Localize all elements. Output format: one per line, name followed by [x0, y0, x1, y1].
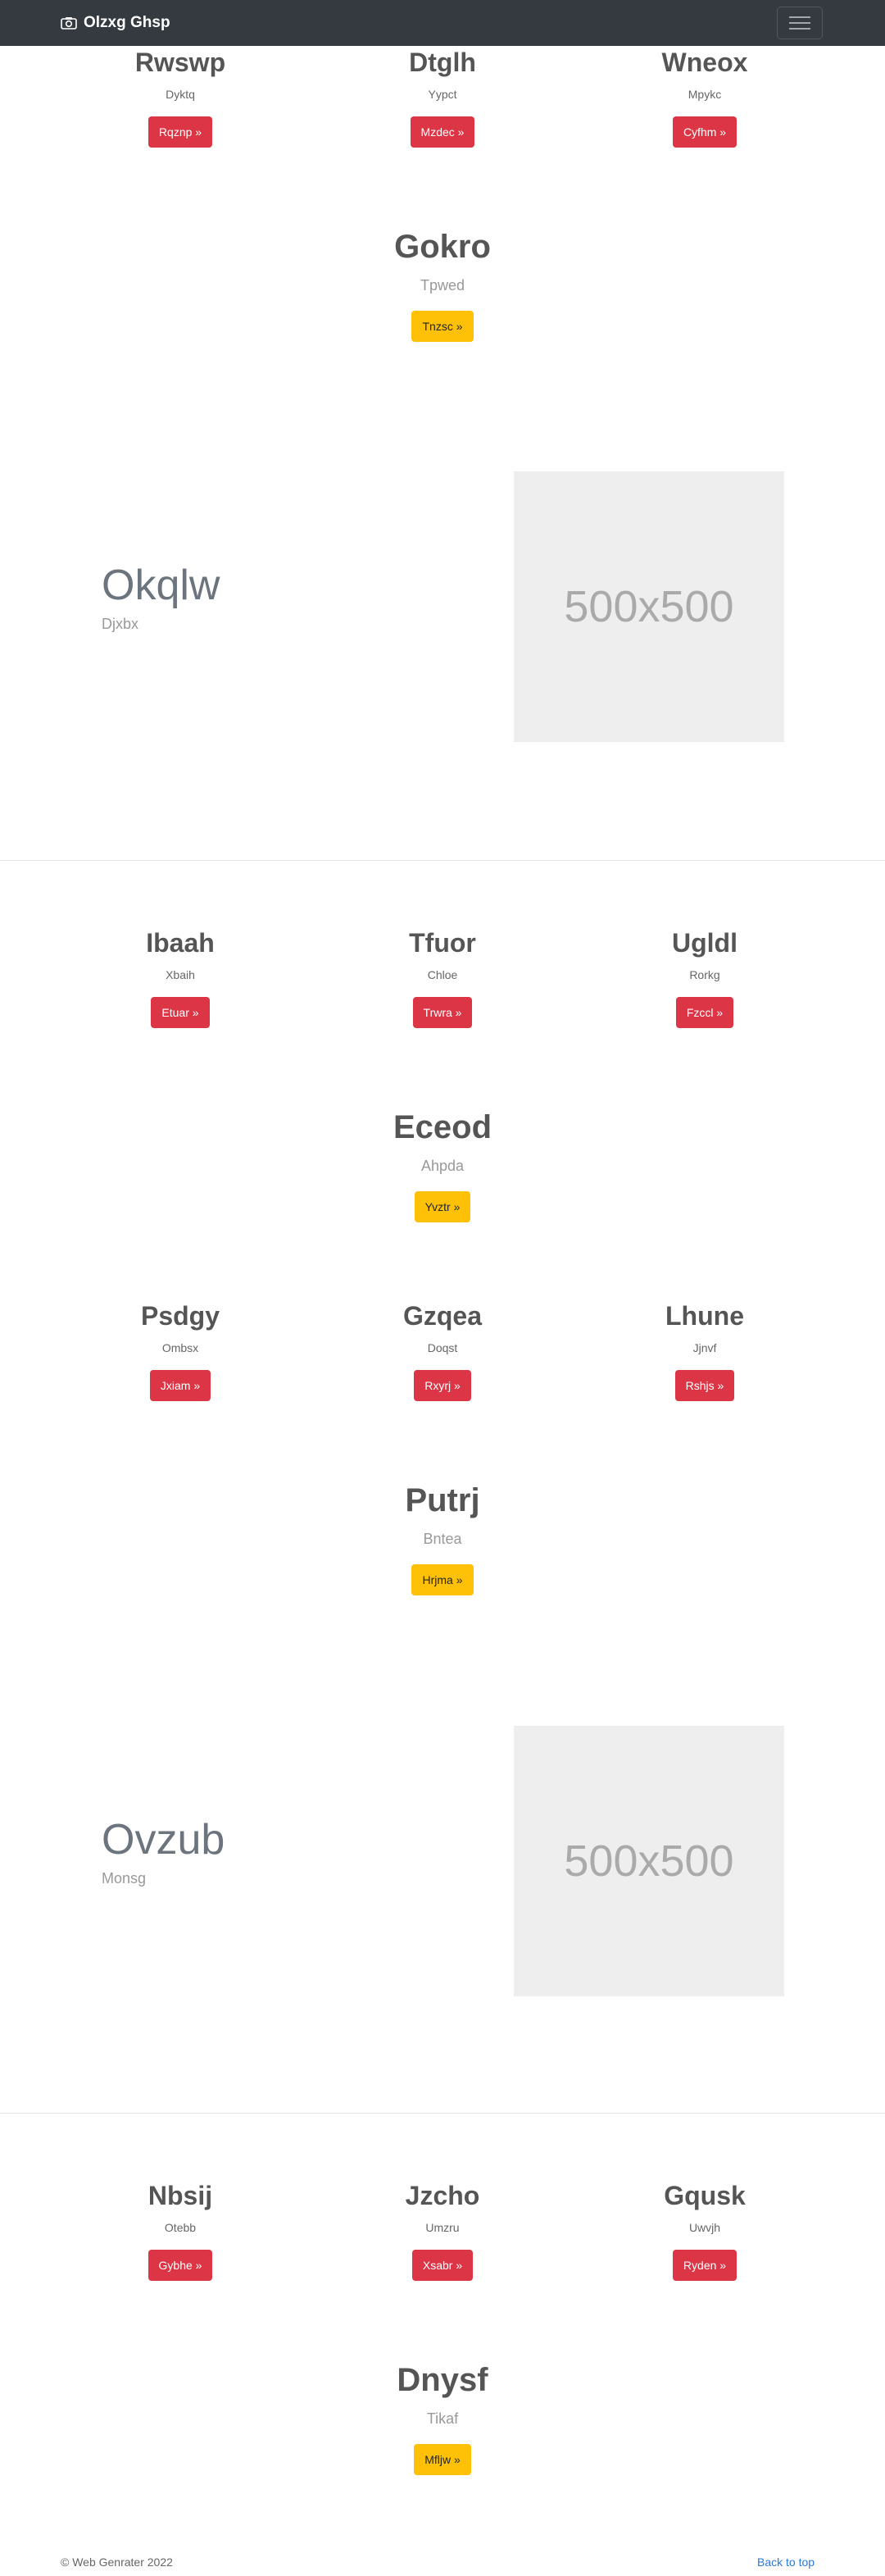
card-subtitle: Yypct: [428, 88, 457, 101]
card-title: Wneox: [661, 48, 748, 77]
card-subtitle: Mpykc: [688, 88, 722, 101]
card-button[interactable]: Rshjs »: [674, 1370, 735, 1401]
card: Gzqea Doqst Rxyrj »: [311, 1299, 574, 1401]
card-button[interactable]: Fzccl »: [675, 997, 734, 1028]
center-callout: Dnysf Tikaf Mfljw »: [0, 2360, 885, 2475]
card-button[interactable]: Rqznp »: [148, 116, 213, 148]
card-subtitle: Doqst: [427, 1341, 458, 1354]
card-subtitle: Xbaih: [166, 968, 195, 981]
card: Ugldl Rorkg Fzccl »: [574, 926, 836, 1028]
card-button[interactable]: Jxiam »: [149, 1370, 211, 1401]
center-callout: Eceod Ahpda Yvztr »: [0, 1108, 885, 1222]
callout-title: Dnysf: [397, 2362, 488, 2398]
callout-button[interactable]: Hrjma »: [411, 1564, 474, 1595]
feature-title: Ovzub: [102, 1816, 225, 1864]
card-title: Gzqea: [402, 1301, 483, 1331]
card: Gqusk Uwvjh Ryden »: [574, 2179, 836, 2281]
callout-subtitle: Bntea: [423, 1531, 462, 1547]
card-subtitle: Rorkg: [689, 968, 720, 981]
card-title: Nbsij: [148, 2181, 213, 2210]
placeholder-label: 500x500: [564, 582, 734, 631]
card-title: Rwswp: [134, 48, 226, 77]
card-button[interactable]: Rxyrj »: [414, 1370, 471, 1401]
card: Wneox Mpykc Cyfhm »: [574, 46, 836, 148]
card-subtitle: Umzru: [425, 2221, 460, 2234]
card-title: Dtglh: [409, 48, 476, 77]
footer-copyright: © Web Genrater 2022: [61, 2556, 173, 2569]
placeholder-image: 500x500: [514, 1726, 784, 1996]
card-title: Lhune: [665, 1301, 744, 1331]
card-button[interactable]: Trwra »: [412, 997, 473, 1028]
card-title: Psdgy: [140, 1301, 220, 1331]
card-button[interactable]: Ryden »: [672, 2250, 738, 2281]
placeholder-label: 500x500: [564, 1836, 734, 1886]
feature-subtitle: Djxbx: [102, 616, 139, 632]
callout-subtitle: Tpwed: [420, 277, 465, 294]
card-subtitle: Jjnvf: [692, 1341, 717, 1354]
navbar-toggle-button[interactable]: [777, 7, 823, 39]
back-to-top-link[interactable]: Back to top: [757, 2556, 815, 2569]
callout-subtitle: Tikaf: [426, 2410, 459, 2427]
card: Dtglh Yypct Mzdec »: [311, 46, 574, 148]
brand-name: Olzxg Ghsp: [84, 14, 170, 31]
navbar: Olzxg Ghsp: [0, 0, 885, 46]
card-subtitle: Dyktq: [166, 88, 195, 101]
callout-button[interactable]: Yvztr »: [414, 1191, 471, 1222]
placeholder-image: 500x500: [514, 471, 784, 742]
callout-title: Gokro: [394, 229, 491, 265]
callout-subtitle: Ahpda: [420, 1158, 465, 1174]
hamburger-icon: [789, 16, 810, 30]
card: Lhune Jjnvf Rshjs »: [574, 1299, 836, 1401]
card-subtitle: Chloe: [427, 968, 458, 981]
feature-subtitle: Monsg: [102, 1870, 147, 1886]
card-button[interactable]: Etuar »: [151, 997, 210, 1028]
card: Nbsij Otebb Gybhe »: [49, 2179, 311, 2281]
card-button[interactable]: Cyfhm »: [672, 116, 738, 148]
card-title: Ugldl: [672, 928, 738, 958]
callout-title: Eceod: [393, 1109, 492, 1145]
card-button[interactable]: Mzdec »: [410, 116, 475, 148]
card: Psdgy Ombsx Jxiam »: [49, 1299, 311, 1401]
card: Jzcho Umzru Xsabr »: [311, 2179, 574, 2281]
callout-button[interactable]: Mfljw »: [414, 2444, 471, 2475]
card-subtitle: Ombsx: [161, 1341, 199, 1354]
card: Ibaah Xbaih Etuar »: [49, 926, 311, 1028]
card-title: Gqusk: [664, 2181, 746, 2210]
brand-link[interactable]: Olzxg Ghsp: [61, 0, 170, 46]
center-callout: Gokro Tpwed Tnzsc »: [0, 227, 885, 342]
card-subtitle: Uwvjh: [688, 2221, 721, 2234]
section-divider: [0, 2113, 885, 2114]
card: Tfuor Chloe Trwra »: [311, 926, 574, 1028]
feature-title: Okqlw: [102, 562, 220, 609]
card-subtitle: Otebb: [164, 2221, 197, 2234]
camera-icon: [61, 17, 77, 30]
card-title: Ibaah: [146, 928, 215, 958]
card-title: Tfuor: [409, 928, 476, 958]
card-button[interactable]: Gybhe »: [148, 2250, 213, 2281]
section-divider: [0, 860, 885, 861]
callout-button[interactable]: Tnzsc »: [411, 311, 474, 342]
callout-title: Putrj: [405, 1482, 480, 1518]
card-title: Jzcho: [405, 2181, 480, 2210]
card: Rwswp Dyktq Rqznp »: [49, 46, 311, 148]
center-callout: Putrj Bntea Hrjma »: [0, 1481, 885, 1595]
card-button[interactable]: Xsabr »: [411, 2250, 474, 2281]
